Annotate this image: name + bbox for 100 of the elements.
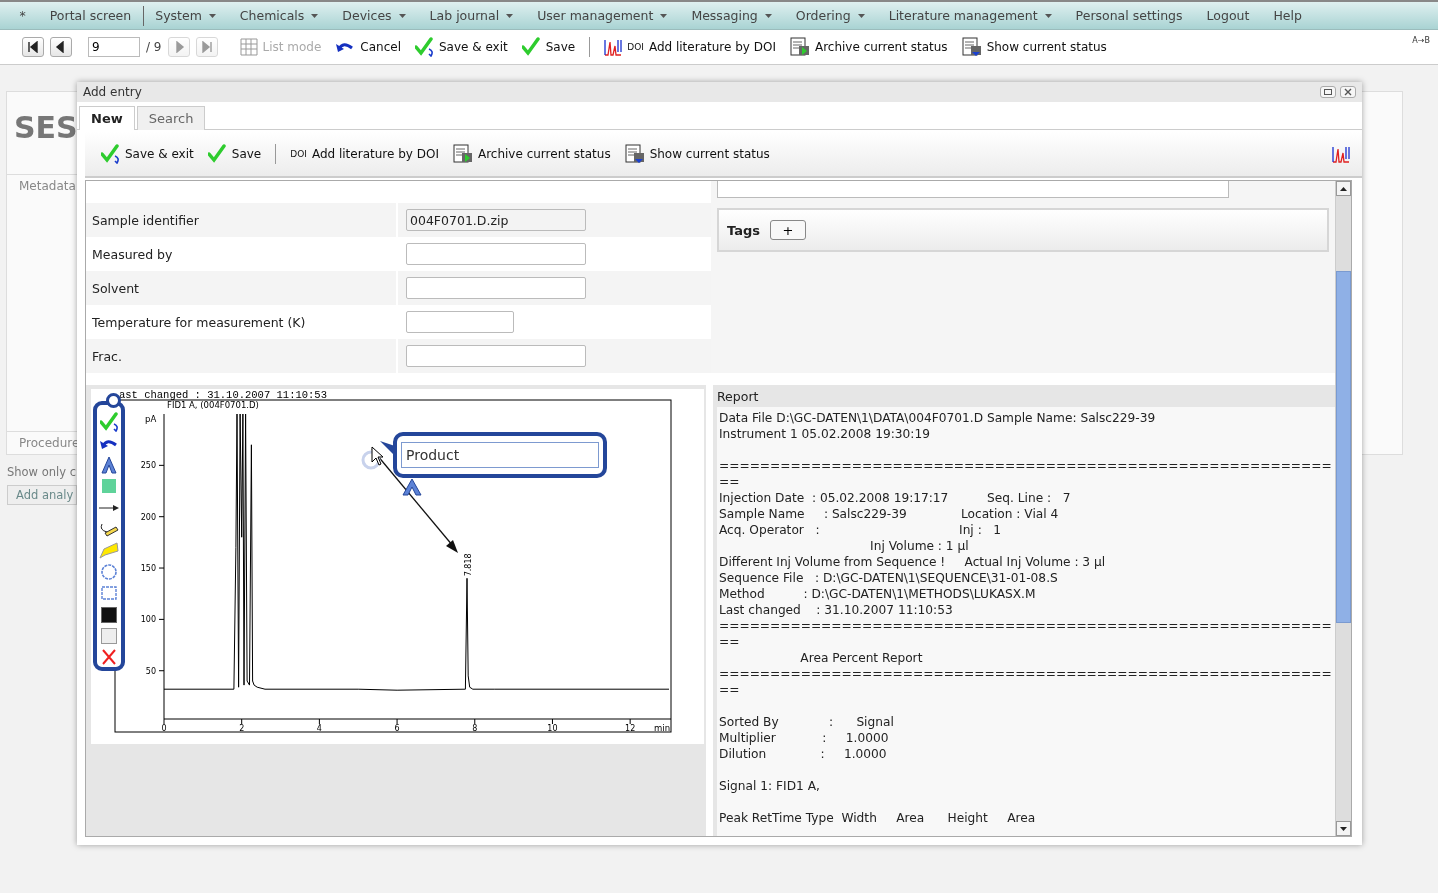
menu-item[interactable]: Logout — [1195, 5, 1262, 26]
delete-icon — [102, 649, 116, 666]
menu-item[interactable]: Literature management — [877, 5, 1065, 26]
text-area[interactable] — [717, 181, 1229, 198]
input-field[interactable] — [406, 277, 586, 299]
save-button[interactable]: Save — [203, 144, 266, 164]
input-field[interactable] — [406, 311, 514, 333]
pdf-icon — [789, 37, 810, 57]
report-line: Injection Date : 05.02.2008 19:17:17 Seq. Line : 7 — [719, 490, 1072, 506]
page-title: SES — [13, 109, 79, 147]
chromatogram-icon — [1332, 145, 1350, 163]
caret-icon — [764, 13, 772, 18]
add-doi-button[interactable]: DOI Add literature by DOI — [286, 147, 443, 161]
previous-page-button[interactable] — [50, 37, 72, 57]
grid-icon — [239, 38, 258, 56]
first-arrow-icon — [27, 41, 39, 53]
menu-item[interactable]: User management — [525, 5, 680, 26]
tick-label: 4 — [316, 724, 322, 733]
field-label: Measured by — [91, 246, 174, 262]
callout-text-field[interactable]: Product — [401, 442, 599, 468]
pencil-icon — [99, 521, 119, 538]
axis-label: pA — [145, 414, 157, 424]
check-icon — [521, 37, 541, 57]
tick-label: 8 — [472, 724, 478, 733]
arrow-icon — [98, 502, 120, 513]
scrollbar[interactable] — [1335, 181, 1351, 836]
tab[interactable]: Search — [136, 106, 206, 130]
tick-label: 200 — [140, 512, 156, 522]
caret-icon — [311, 13, 319, 18]
page-count: / 9 — [146, 40, 162, 54]
drag-handle — [361, 450, 381, 470]
menu-item[interactable]: * — [8, 5, 39, 26]
dialog-title: Add entry — [83, 85, 142, 99]
report-line: ============================================================== — [719, 666, 1333, 698]
caret-icon — [857, 13, 865, 18]
report-line: Area Percent Report — [799, 650, 924, 666]
rectangle-icon — [101, 586, 117, 601]
caret-icon — [506, 13, 514, 18]
tick-label: 12 — [625, 724, 636, 733]
maximize-button[interactable] — [1320, 86, 1336, 98]
color-swatch-icon — [101, 606, 117, 623]
caret-icon — [208, 13, 216, 18]
input-field[interactable] — [406, 243, 586, 265]
color-swatch-icon — [101, 627, 117, 644]
report-line: Peak RetTime Type Width Area Height Area — [719, 810, 1037, 826]
caret-icon — [660, 13, 668, 18]
add-tag-button[interactable]: + — [770, 220, 806, 240]
report-line: Signal 1: FID1 A, — [719, 778, 821, 794]
field-label: Frac. — [91, 348, 123, 364]
menu-item[interactable]: System — [143, 5, 229, 26]
report-title: Report — [716, 388, 760, 406]
menu-item[interactable]: Help — [1261, 5, 1315, 26]
close-button[interactable] — [1340, 86, 1356, 98]
menu-item[interactable]: Portal screen — [38, 5, 144, 26]
first-page-button[interactable] — [22, 37, 44, 57]
report-line: Sorted By : Signal — [719, 714, 895, 730]
tick-label: 10 — [547, 724, 558, 733]
tick-label: 0 — [161, 724, 167, 733]
compare-icon: A→B — [1412, 36, 1430, 45]
report-line: ============================================================== — [719, 458, 1333, 490]
menu-item[interactable]: Lab journal — [418, 5, 526, 26]
tab[interactable]: New — [79, 106, 135, 130]
report-line: Method : D:\GC-DATEN\1\METHODS\LUKASX.M — [719, 586, 1037, 602]
tags-label: Tags — [727, 222, 760, 238]
report-line: Dilution : 1.0000 — [719, 746, 888, 762]
chromatogram-icon — [604, 38, 623, 56]
show-status-button[interactable]: Show current status — [620, 144, 774, 164]
field-label: Solvent — [91, 280, 140, 296]
caret-icon — [398, 13, 406, 18]
page-field[interactable]: 9 — [88, 37, 140, 57]
last-arrow-icon — [200, 41, 213, 53]
save-exit-button[interactable]: Save & exit — [411, 37, 512, 57]
input-field[interactable] — [406, 345, 586, 367]
report-line: Inj Volume : 1 µl — [869, 538, 970, 554]
chart-title: FID1 A, (004F0701.D) — [167, 400, 259, 410]
archive-status-button[interactable]: Archive current status — [785, 37, 952, 57]
chart-header: ast changed : 31.10.2007 11:10:53 — [119, 389, 327, 401]
menu-item[interactable]: Messaging — [679, 5, 785, 26]
axis-label: min — [654, 723, 671, 733]
report-line: Acq. Operator : Inj : 1 — [719, 522, 1003, 538]
add-doi-button[interactable]: DOI Add literature by DOI — [600, 38, 780, 56]
input-field[interactable]: 004F0701.D.zip — [406, 209, 586, 231]
toggle-handle[interactable] — [106, 393, 121, 408]
menu-item[interactable]: Personal settings — [1064, 5, 1196, 26]
letter-a-icon — [100, 456, 118, 475]
report-line: Data File D:\GC-DATEN\1\DATA\004F0701.D Sample Name: Salsc229-39 — [719, 410, 1157, 426]
menu-item[interactable]: Chemicals — [228, 5, 331, 26]
tick-label: 150 — [140, 564, 156, 574]
archive-status-button[interactable]: Archive current status — [448, 144, 615, 164]
report-line: ============================================================== — [719, 618, 1333, 650]
save-button[interactable]: Save — [517, 37, 580, 57]
menu-item[interactable]: Ordering — [784, 5, 878, 26]
pdf-icon — [961, 37, 982, 57]
cancel-button[interactable]: Cancel — [331, 39, 405, 55]
tick-label: 50 — [145, 666, 156, 676]
menu-item[interactable]: Devices — [330, 5, 419, 26]
cursor-icon — [371, 446, 384, 466]
show-status-button[interactable]: Show current status — [957, 37, 1111, 57]
save-exit-button[interactable]: Save & exit — [97, 144, 198, 164]
tick-label: 250 — [140, 461, 156, 471]
